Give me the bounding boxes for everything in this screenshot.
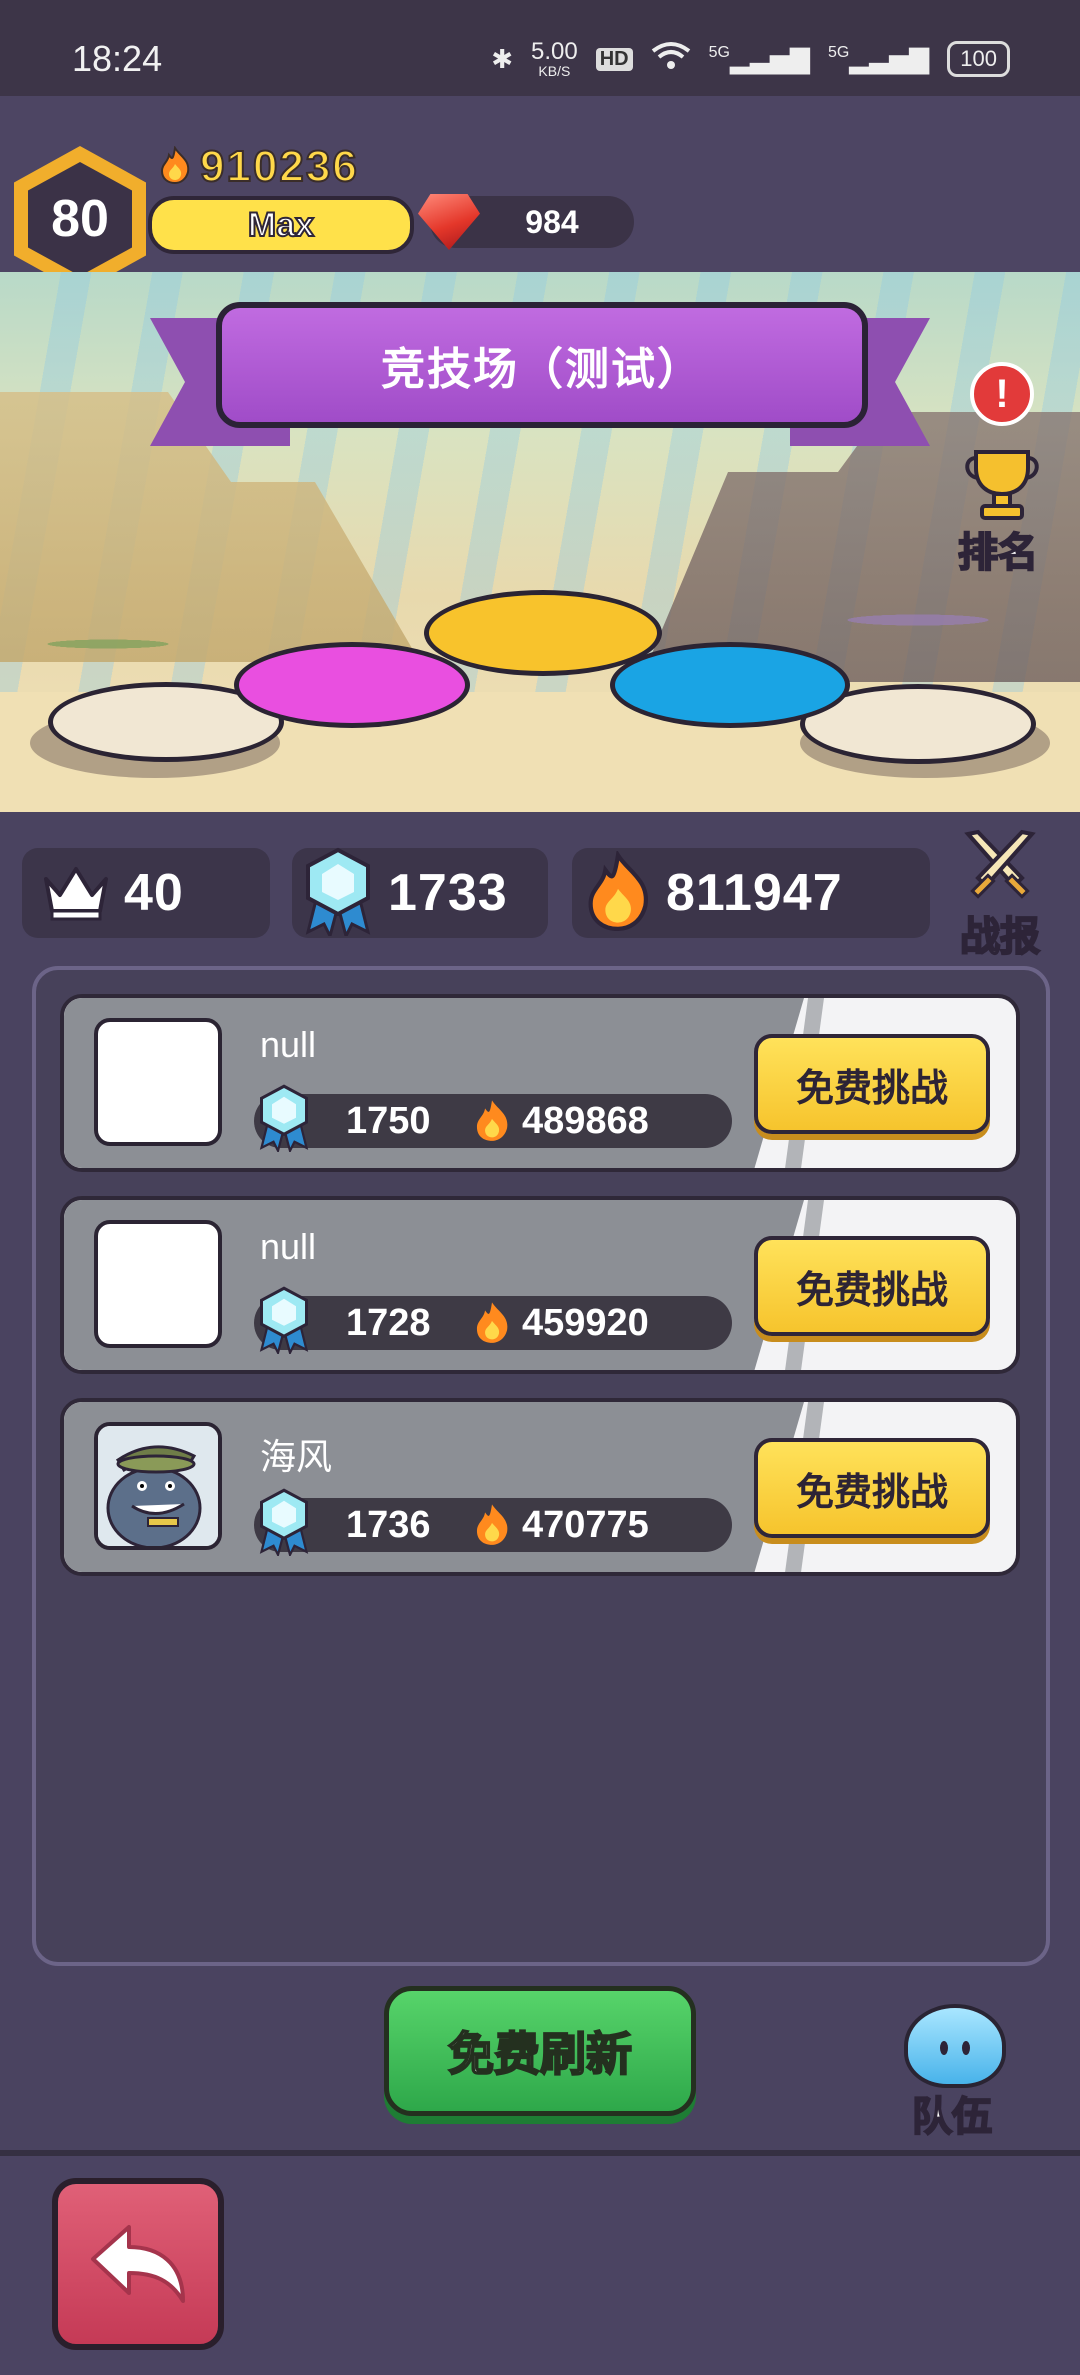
team-label[interactable]: 队伍: [911, 2084, 993, 2142]
flame-icon: [582, 848, 654, 936]
opponent-stats: 1750 489868: [254, 1084, 732, 1154]
opponent-power: 489868: [522, 1100, 649, 1142]
signal-icon: 5G▂▃▅▇: [827, 43, 930, 74]
medal-icon: [254, 1284, 314, 1359]
arena-title: 竞技场（测试）: [216, 302, 868, 428]
back-button[interactable]: [52, 2178, 224, 2350]
net-speed: 5.00 KB/S: [531, 38, 578, 79]
opponent-card: null 1750 489868 免费挑战: [60, 994, 1020, 1172]
opponent-points: 1728: [346, 1302, 431, 1344]
trophy-points-stat: 1733: [292, 846, 548, 941]
trophy-icon[interactable]: [962, 446, 1042, 520]
power-stat: 811947: [572, 848, 930, 938]
alert-icon[interactable]: !: [970, 362, 1034, 426]
avatar: [94, 1422, 222, 1550]
bluetooth-icon: ✱: [491, 43, 514, 74]
xp-bar: Max: [148, 196, 414, 254]
challenge-button[interactable]: 免费挑战: [754, 1236, 990, 1336]
opponent-name: null: [260, 1226, 317, 1267]
opponent-card: 海风 1736 470775 免费挑战: [60, 1398, 1020, 1576]
wifi-icon: [651, 41, 691, 78]
opponent-name: null: [260, 1024, 317, 1065]
crossed-swords-icon[interactable]: [960, 828, 1040, 908]
opponent-name: 海风: [260, 1436, 333, 1477]
medal-icon: [254, 1082, 314, 1157]
trophy-points-value: 1733: [388, 864, 508, 922]
flame-icon: [472, 1098, 512, 1147]
opponent-power: 470775: [522, 1504, 649, 1546]
opponent-points: 1750: [346, 1100, 431, 1142]
opponent-power: 459920: [522, 1302, 649, 1344]
power-value: 910236: [199, 141, 359, 192]
battery-icon: 100: [947, 41, 1010, 77]
opponent-list-panel: null 1750 489868 免费挑战 null 1728 459920 免…: [32, 966, 1050, 1966]
player-power: 910236: [158, 141, 359, 192]
challenge-button[interactable]: 免费挑战: [754, 1438, 990, 1538]
medal-icon: [298, 846, 378, 941]
medal-icon: [254, 1486, 314, 1561]
pedestal-magenta: [234, 642, 470, 728]
opponent-stats: 1736 470775: [254, 1488, 732, 1558]
crown-count: 40: [124, 864, 184, 922]
opponent-stats: 1728 459920: [254, 1286, 732, 1356]
avatar: [94, 1018, 222, 1146]
pedestal-gold: [424, 590, 662, 676]
crown-stat: 40: [22, 848, 270, 938]
status-time: 18:24: [72, 38, 163, 79]
challenge-button[interactable]: 免费挑战: [754, 1034, 990, 1134]
flame-icon: [472, 1300, 512, 1349]
hd-icon: HD: [595, 47, 633, 71]
team-icon[interactable]: [904, 2004, 1006, 2088]
crown-icon: [40, 861, 112, 926]
pedestal-blue: [610, 642, 850, 728]
power-value: 811947: [666, 864, 843, 922]
flame-icon: [158, 144, 192, 189]
refresh-button[interactable]: 免费刷新: [384, 1986, 696, 2116]
flame-icon: [472, 1502, 512, 1551]
avatar: [94, 1220, 222, 1348]
signal-icon: 5G▂▃▅▇: [708, 43, 810, 74]
status-icons: ✱ 5.00 KB/S HD 5G▂▃▅▇ 5G▂▃▅▇ 100: [491, 40, 1010, 78]
back-arrow-icon: [91, 2225, 185, 2303]
opponent-points: 1736: [346, 1504, 431, 1546]
opponent-card: null 1728 459920 免费挑战: [60, 1196, 1020, 1374]
rank-label[interactable]: 排名: [957, 520, 1039, 578]
battle-report-label[interactable]: 战报: [959, 904, 1041, 962]
shark-avatar-icon: [98, 1426, 218, 1546]
